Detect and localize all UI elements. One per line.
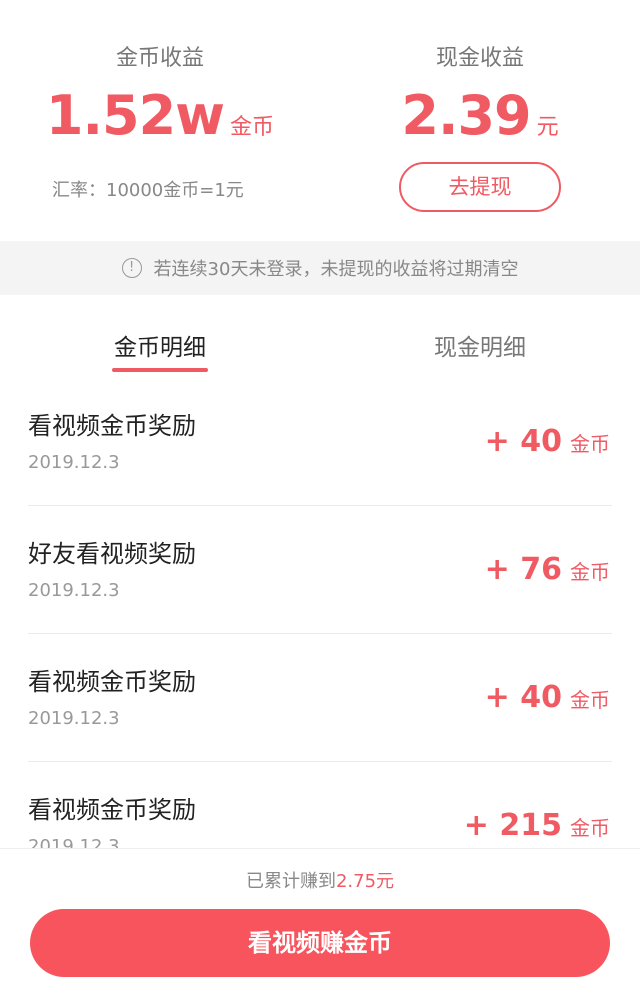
record-amount: + 215 [463, 808, 562, 843]
watch-video-earn-button[interactable]: 看视频赚金币 [30, 909, 610, 977]
total-earned-prefix: 已累计赚到 [245, 871, 336, 892]
coin-earnings-label: 金币收益 [115, 46, 204, 71]
record-amount: + 76 [484, 552, 562, 587]
record-amount: + 40 [484, 680, 562, 715]
list-item: 看视频金币奖励 2019.12.3 + 40 金币 [0, 378, 640, 506]
list-item: 看视频金币奖励 2019.12.3 + 215 金币 [0, 762, 640, 848]
cash-earnings-unit: 元 [536, 115, 559, 140]
coin-earnings-amount: 1.52w [45, 84, 225, 147]
cash-earnings-label: 现金收益 [435, 46, 524, 71]
record-amount-group: + 40 金币 [485, 424, 610, 459]
record-unit: 金币 [570, 688, 610, 712]
record-list[interactable]: 看视频金币奖励 2019.12.3 + 40 金币 好友看视频奖励 2019.12… [0, 378, 640, 848]
total-earned: 已累计赚到2.75元 [0, 867, 640, 893]
cash-earnings-amount-row: 2.39 元 [320, 84, 640, 147]
record-date: 2019.12.3 [28, 836, 120, 848]
record-amount-group: + 215 金币 [464, 808, 610, 843]
withdraw-button[interactable]: 去提现 [399, 162, 561, 212]
record-title: 好友看视频奖励 [28, 540, 196, 568]
record-date: 2019.12.3 [28, 708, 120, 729]
record-title: 看视频金币奖励 [28, 412, 196, 440]
record-unit: 金币 [570, 816, 610, 840]
record-title: 看视频金币奖励 [28, 796, 196, 824]
exchange-rate: 汇率：10000金币=1元 [52, 180, 244, 201]
detail-tabs: 金币明细 现金明细 [0, 296, 640, 386]
expiry-notice-text: 若连续30天未登录，未提现的收益将过期清空 [153, 259, 519, 280]
expiry-notice: ! 若连续30天未登录，未提现的收益将过期清空 [0, 241, 640, 295]
list-item: 看视频金币奖励 2019.12.3 + 40 金币 [0, 634, 640, 762]
tab-coin-details[interactable]: 金币明细 [0, 328, 320, 362]
record-amount-group: + 40 金币 [485, 680, 610, 715]
cash-earnings-amount: 2.39 [401, 84, 531, 147]
record-amount-group: + 76 金币 [485, 552, 610, 587]
list-item: 好友看视频奖励 2019.12.3 + 76 金币 [0, 506, 640, 634]
record-amount: + 40 [484, 424, 562, 459]
active-tab-indicator [112, 368, 208, 372]
tab-cash-details[interactable]: 现金明细 [320, 328, 640, 362]
record-date: 2019.12.3 [28, 580, 120, 601]
record-unit: 金币 [570, 432, 610, 456]
coin-earnings-unit: 金币 [230, 115, 275, 140]
total-earned-value: 2.75元 [335, 871, 395, 892]
record-date: 2019.12.3 [28, 452, 120, 473]
footer-bar: 已累计赚到2.75元 看视频赚金币 [0, 848, 640, 1004]
record-unit: 金币 [570, 560, 610, 584]
info-icon: ! [121, 258, 142, 278]
coin-earnings-amount-row: 1.52w 金币 [0, 84, 320, 147]
earnings-page: 金币收益 1.52w 金币 汇率：10000金币=1元 现金收益 2.39 元 去提… [0, 0, 640, 1004]
record-title: 看视频金币奖励 [28, 668, 196, 696]
earnings-summary: 金币收益 1.52w 金币 汇率：10000金币=1元 现金收益 2.39 元 去提… [0, 0, 640, 240]
